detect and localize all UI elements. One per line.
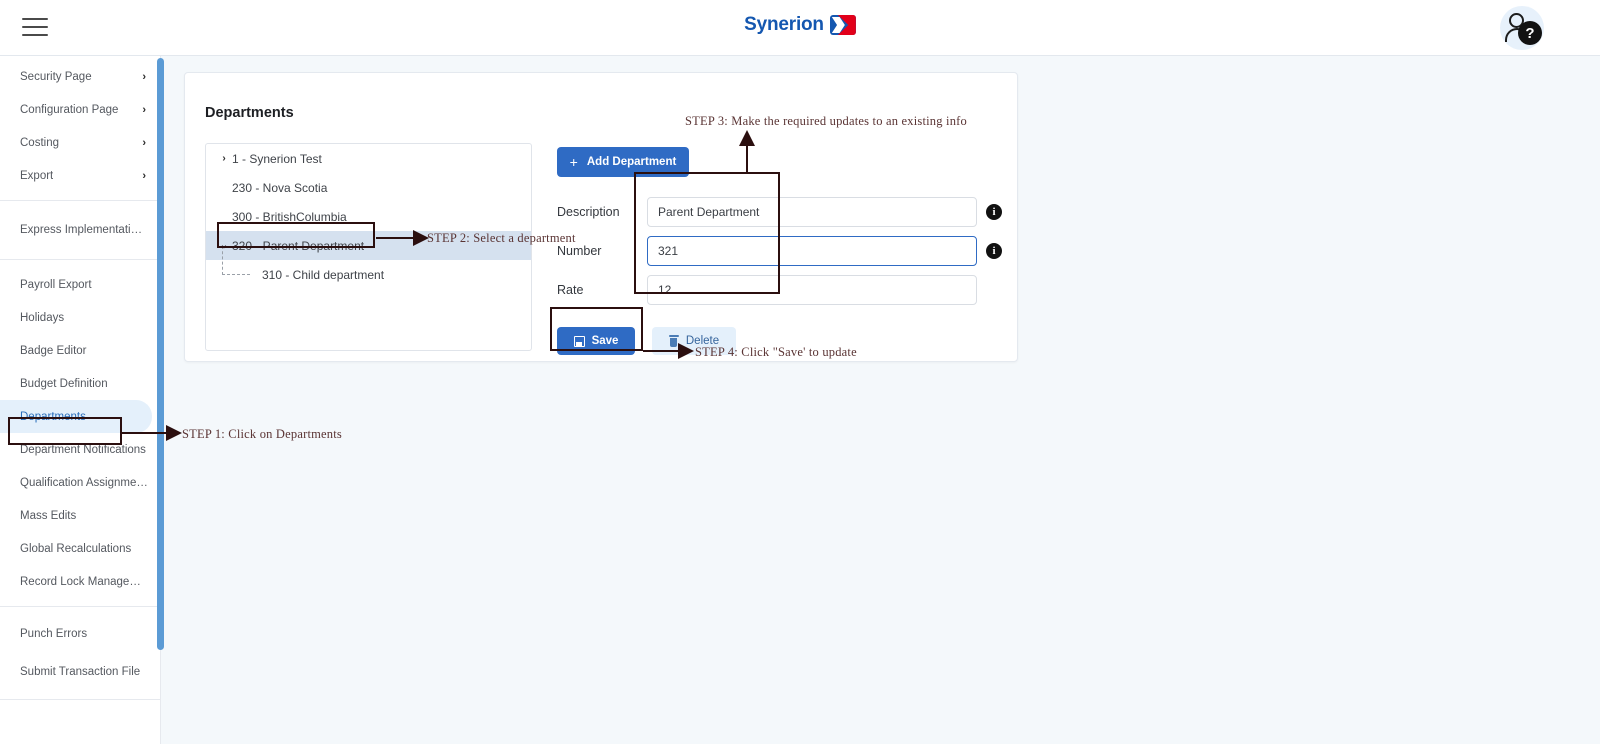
department-tree[interactable]: › 1 - Synerion Test 230 - Nova Scotia 30… [205, 143, 532, 351]
tree-node-label: 1 - Synerion Test [232, 151, 322, 166]
sidebar-divider [0, 699, 160, 700]
sidebar-item-record-lock-management[interactable]: Record Lock Management [0, 565, 160, 598]
sidebar-item-departments[interactable]: Departments [0, 400, 152, 433]
rate-label: Rate [557, 283, 584, 297]
sidebar-group-4: Punch Errors Submit Transaction File [0, 611, 160, 695]
sidebar-item-label: Mass Edits [20, 509, 77, 522]
sidebar-item-holidays[interactable]: Holidays [0, 301, 160, 334]
sidebar-scrollbar-track[interactable] [157, 56, 165, 744]
brand-name: Synerion [744, 14, 824, 35]
save-button[interactable]: Save [557, 327, 635, 355]
sidebar-item-label: Badge Editor [20, 344, 87, 357]
chevron-right-icon: › [142, 103, 146, 116]
question-mark-icon[interactable]: ? [1518, 21, 1542, 45]
sidebar-item-costing[interactable]: Costing › [0, 126, 160, 159]
sidebar-item-label: Department Notifications [20, 443, 146, 456]
sidebar-item-export[interactable]: Export › [0, 159, 160, 192]
sidebar-item-payroll-export[interactable]: Payroll Export [0, 268, 160, 301]
sidebar-item-label: Punch Errors [20, 628, 88, 640]
sidebar-item-label: Security Page [20, 70, 92, 83]
tree-row-selected[interactable]: ⌄ 320 - Parent Department [206, 231, 531, 260]
sidebar-item-label: Holidays [20, 311, 65, 324]
sidebar-divider [0, 259, 160, 260]
tree-node-label: 300 - BritishColumbia [232, 209, 347, 224]
sidebar-item-configuration-page[interactable]: Configuration Page › [0, 93, 160, 126]
sidebar-scrollbar-thumb[interactable] [157, 58, 164, 650]
tree-node-label: 230 - Nova Scotia [232, 180, 328, 195]
tree-row[interactable]: 300 - BritishColumbia [206, 202, 531, 231]
chevron-down-icon[interactable]: ⌄ [216, 240, 232, 251]
sidebar-item-badge-editor[interactable]: Badge Editor [0, 334, 160, 367]
rate-field-row: Rate [557, 275, 1009, 305]
plus-icon: + [569, 154, 578, 170]
sidebar-item-punch-errors[interactable]: Punch Errors [0, 615, 160, 653]
synerion-mark-icon [829, 15, 856, 35]
sidebar-item-express-implementation[interactable]: Express Implementation P... [0, 209, 160, 251]
description-input[interactable] [647, 197, 977, 227]
trash-icon [668, 335, 679, 347]
tree-node-label: 310 - Child department [262, 267, 385, 282]
sidebar-item-label: Departments [20, 410, 86, 423]
sidebar-item-label: Costing [20, 136, 59, 149]
sidebar-group-2: Express Implementation P... [0, 205, 160, 255]
page-title: Departments [205, 105, 294, 121]
tree-row[interactable]: 230 - Nova Scotia [206, 173, 531, 202]
sidebar-item-label: Budget Definition [20, 377, 108, 390]
sidebar-item-submit-transaction-file[interactable]: Submit Transaction File [0, 653, 160, 691]
number-field-row: Number i [557, 236, 1009, 266]
sidebar-item-mass-edits[interactable]: Mass Edits [0, 499, 160, 532]
add-department-label: Add Department [586, 156, 677, 168]
chevron-right-icon: › [142, 136, 146, 149]
hamburger-menu-icon[interactable] [22, 16, 48, 38]
sidebar-item-security-page[interactable]: Security Page › [0, 60, 160, 93]
delete-button-label: Delete [685, 335, 720, 347]
number-input[interactable] [647, 236, 977, 266]
sidebar-item-label: Submit Transaction File [20, 666, 141, 678]
sidebar-group-3: Payroll Export Holidays Badge Editor Bud… [0, 264, 160, 602]
sidebar-item-label: Qualification Assignments [20, 476, 148, 489]
description-label: Description [557, 205, 620, 219]
save-button-label: Save [591, 335, 619, 347]
user-help-avatar-icon[interactable]: ? [1500, 6, 1544, 50]
sidebar-item-label: Payroll Export [20, 278, 92, 291]
sidebar-item-label: Express Implementation P... [20, 224, 148, 236]
floppy-disk-icon [573, 335, 585, 347]
sidebar-item-department-notifications[interactable]: Department Notifications [0, 433, 160, 466]
rate-input[interactable] [647, 275, 977, 305]
sidebar-item-label: Export [20, 169, 54, 182]
add-department-button[interactable]: + Add Department [557, 147, 689, 177]
sidebar-item-qualification-assignments[interactable]: Qualification Assignments [0, 466, 160, 499]
chevron-right-icon: › [142, 70, 146, 83]
info-icon[interactable]: i [986, 243, 1002, 259]
description-field-row: Description i [557, 197, 1009, 227]
sidebar-item-label: Global Recalculations [20, 542, 132, 555]
tree-connector-line [216, 246, 262, 289]
sidebar-item-label: Configuration Page [20, 103, 119, 116]
delete-button[interactable]: Delete [652, 327, 736, 355]
sidebar-item-label: Record Lock Management [20, 575, 148, 588]
sidebar-item-global-recalculations[interactable]: Global Recalculations [0, 532, 160, 565]
app-root: Synerion ? Security Page › Configuration… [0, 0, 1600, 744]
sidebar-divider [0, 200, 160, 201]
number-label: Number [557, 244, 602, 258]
main-content: Departments › 1 - Synerion Test 230 - No… [162, 56, 1600, 744]
sidebar-divider [0, 606, 160, 607]
sidebar-group-1: Security Page › Configuration Page › Cos… [0, 56, 160, 196]
sidebar-item-budget-definition[interactable]: Budget Definition [0, 367, 160, 400]
tree-node-label: 320 - Parent Department [232, 238, 365, 253]
tree-row[interactable]: 310 - Child department [206, 246, 531, 289]
info-icon[interactable]: i [986, 204, 1002, 220]
chevron-right-icon[interactable]: › [216, 153, 232, 164]
top-bar: Synerion ? [0, 0, 1600, 56]
chevron-right-icon: › [142, 169, 146, 182]
tree-row[interactable]: › 1 - Synerion Test [206, 144, 531, 173]
brand-logo: Synerion [0, 14, 1600, 36]
departments-card: Departments › 1 - Synerion Test 230 - No… [184, 72, 1018, 362]
sidebar-nav[interactable]: Security Page › Configuration Page › Cos… [0, 56, 161, 744]
